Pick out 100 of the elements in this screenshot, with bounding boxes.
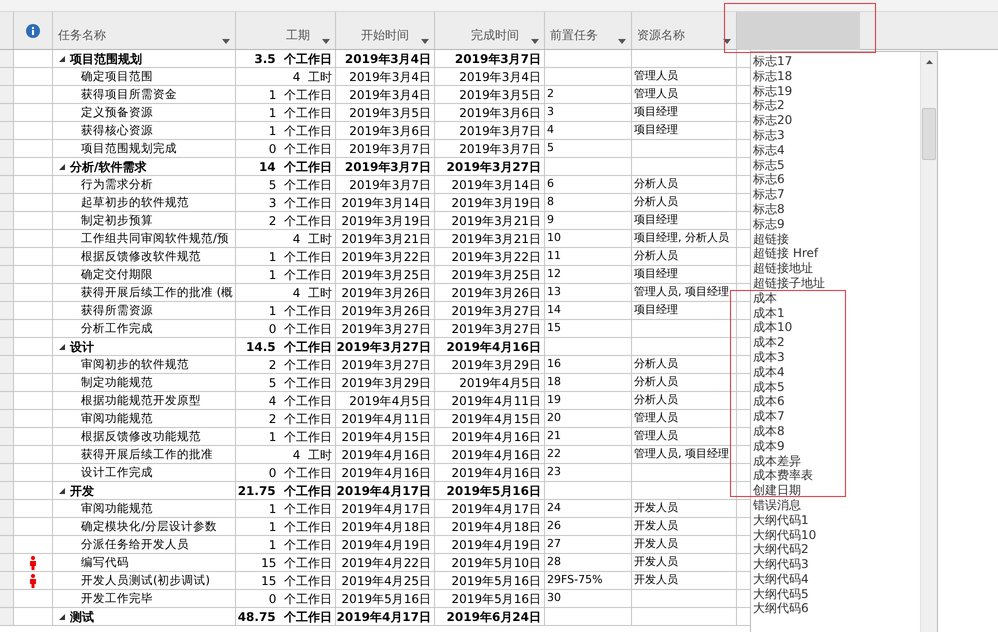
duration-cell: 21.75 个工作日 [236,482,336,500]
field-list-item[interactable]: 成本费率表 [753,468,920,484]
field-list-item[interactable]: 成本1 [753,306,920,320]
dropdown-caret-icon[interactable] [723,39,731,44]
predecessor-cell: 6 [545,176,632,194]
row-header-cell [0,302,14,320]
duration-cell: 0 个工作日 [236,464,336,482]
new-column-input[interactable] [737,12,860,50]
field-list-item[interactable]: 成本差异 [753,454,920,468]
finish-date-cell: 2019年5月16日 [435,482,545,500]
field-list-item[interactable]: 大纲代码4 [753,572,920,587]
duration-cell: 4 工时 [236,68,336,86]
scrollbar-thumb[interactable] [922,108,936,160]
field-list-item[interactable]: 大纲代码2 [753,542,920,558]
finish-date-cell: 2019年3月26日 [435,284,545,302]
resource-cell: 项目经理, 分析人员 [632,230,737,248]
field-list-item[interactable]: 大纲代码10 [753,528,920,542]
predecessor-cell: 16 [545,356,632,374]
resource-cell: 项目经理 [632,266,737,284]
finish-date-cell: 2019年5月16日 [435,572,545,590]
field-list-item[interactable]: 大纲代码5 [753,586,920,602]
field-list-item[interactable]: 成本3 [753,350,920,365]
field-list-item[interactable]: 超链接子地址 [753,276,920,291]
finish-date-cell: 2019年3月27日 [435,302,545,320]
scrollbar[interactable] [920,52,937,632]
finish-date-cell: 2019年3月29日 [435,356,545,374]
field-list-item[interactable]: 大纲代码1 [753,512,920,528]
field-list-item[interactable]: 标志3 [753,128,920,143]
field-list-item[interactable]: 标志18 [753,68,920,84]
row-header-cell [0,374,14,392]
collapse-triangle-icon[interactable] [59,488,65,494]
start-date-cell: 2019年3月29日 [336,374,435,392]
duration-cell: 1 个工作日 [236,428,336,446]
predecessor-cell: 10 [545,230,632,248]
start-date-cell: 2019年4月11日 [336,410,435,428]
predecessor-cell: 3 [545,104,632,122]
field-list-item[interactable]: 大纲代码6 [753,601,920,616]
field-list-item[interactable]: 标志7 [753,187,920,202]
field-list-item[interactable]: 成本7 [753,409,920,424]
collapse-triangle-icon[interactable] [59,344,65,350]
field-list-item[interactable]: 超链接 [753,232,920,246]
duration-cell: 48.75 个工作日 [236,608,336,626]
duration-cell: 4 工时 [236,284,336,302]
dropdown-caret-icon[interactable] [322,39,330,44]
row-header-cell [0,356,14,374]
field-list-item[interactable]: 成本6 [753,394,920,410]
field-list-item[interactable]: 标志2 [753,98,920,114]
task-name: 开发人员测试(初步调试) [81,572,210,589]
dropdown-caret-icon[interactable] [618,39,626,44]
predecessor-cell: 30 [545,590,632,608]
resource-cell: 开发人员 [632,518,737,536]
field-list-item[interactable]: 标志8 [753,202,920,217]
task-name: 项目范围规划完成 [81,140,177,157]
finish-date-cell: 2019年4月16日 [435,428,545,446]
field-list-item[interactable]: 标志19 [753,84,920,98]
duration-cell: 5 个工作日 [236,176,336,194]
collapse-triangle-icon[interactable] [59,56,65,62]
row-header-cell [0,464,14,482]
field-list-item[interactable]: 大纲代码3 [753,557,920,572]
collapse-triangle-icon[interactable] [59,614,65,620]
field-list-item[interactable]: 标志17 [753,54,920,69]
start-date-cell: 2019年4月16日 [336,446,435,464]
dropdown-caret-icon[interactable] [222,39,230,44]
resource-cell: 开发人员 [632,554,737,572]
field-list-item[interactable]: 超链接地址 [753,261,920,276]
field-list-item[interactable]: 成本4 [753,364,920,380]
predecessor-cell: 27 [545,536,632,554]
field-list-item[interactable]: 标志4 [753,142,920,158]
field-list-item[interactable]: 超链接 Href [753,246,920,262]
field-list-item[interactable]: 标志20 [753,113,920,128]
duration-cell: 15 个工作日 [236,572,336,590]
duration-cell: 1 个工作日 [236,302,336,320]
scroll-up-arrow-icon[interactable] [926,60,933,64]
field-list-item[interactable]: 标志6 [753,172,920,188]
field-list-item[interactable]: 成本10 [753,320,920,336]
resource-cell: 项目经理 [632,212,737,230]
field-list-item[interactable]: 标志5 [753,158,920,172]
finish-date-cell: 2019年3月25日 [435,266,545,284]
predecessor-cell: 12 [545,266,632,284]
field-list-item[interactable]: 成本 [753,290,920,306]
collapse-triangle-icon[interactable] [59,164,65,170]
finish-date-cell: 2019年6月24日 [435,608,545,626]
field-list-item[interactable]: 创建日期 [753,483,920,498]
row-header-cell [0,140,14,158]
task-name: 分派任务给开发人员 [81,536,189,553]
field-list-item[interactable]: 错误消息 [753,498,920,513]
dropdown-caret-icon[interactable] [421,39,429,44]
field-list-item[interactable]: 成本2 [753,335,920,350]
row-header-cell [0,266,14,284]
predecessor-cell: 21 [545,428,632,446]
duration-cell: 1 个工作日 [236,536,336,554]
dropdown-caret-icon[interactable] [531,39,539,44]
field-list-item[interactable]: 成本8 [753,424,920,439]
field-list-item[interactable]: 成本5 [753,380,920,394]
field-list-item[interactable]: 标志9 [753,216,920,232]
start-date-cell: 2019年4月16日 [336,464,435,482]
start-date-cell: 2019年3月5日 [336,104,435,122]
row-header-cell [0,212,14,230]
duration-cell: 2 个工作日 [236,212,336,230]
field-list-item[interactable]: 成本9 [753,438,920,454]
